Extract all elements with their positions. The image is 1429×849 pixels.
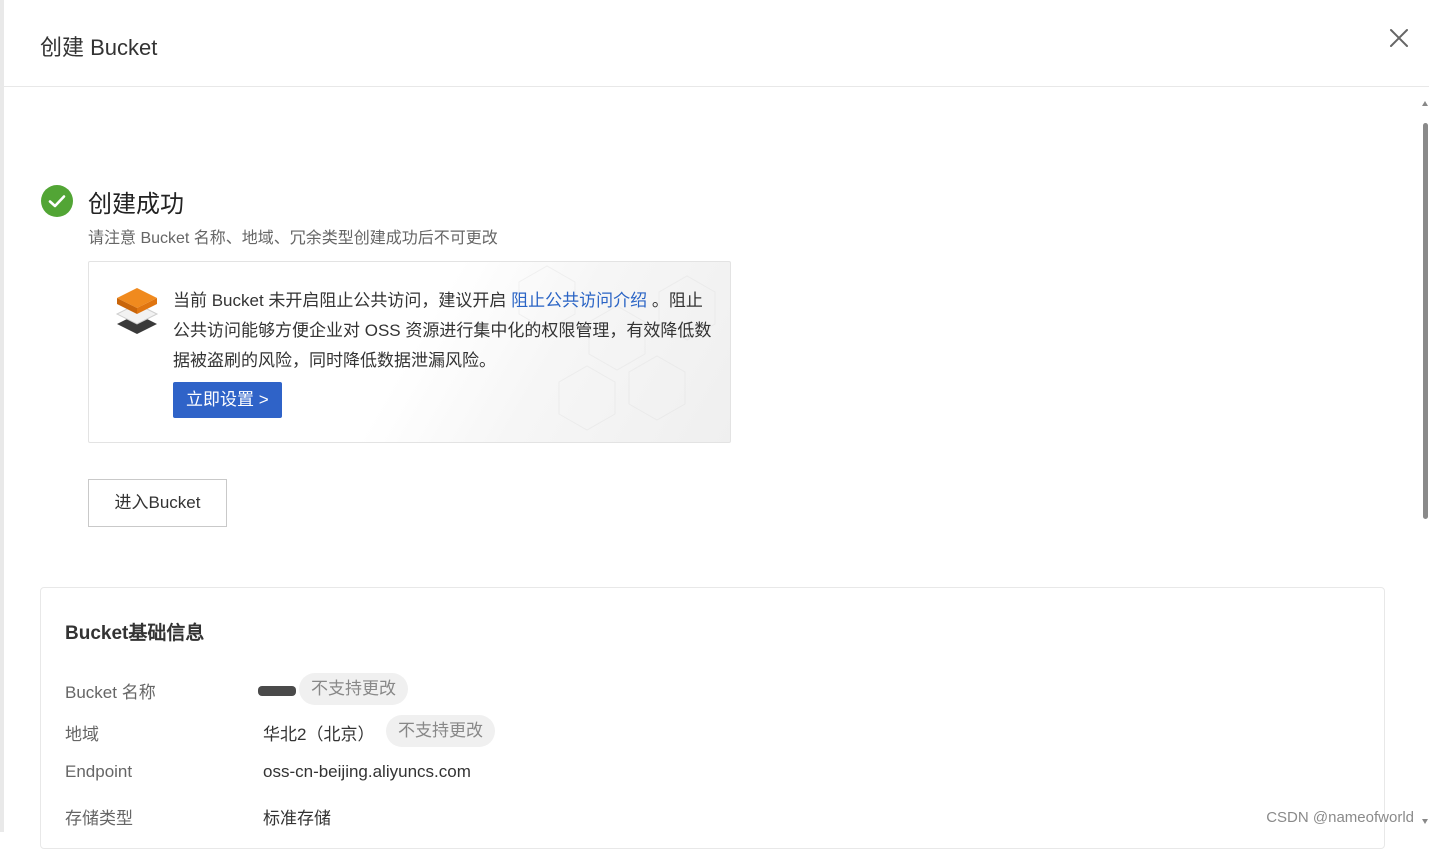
watermark: CSDN @nameofworld	[1266, 809, 1414, 826]
check-circle-icon	[41, 185, 73, 217]
row-tag: 不支持更改	[386, 715, 495, 747]
scrollbar[interactable]	[1421, 87, 1429, 832]
row-label: Bucket 名称	[65, 683, 156, 702]
scrollbar-thumb[interactable]	[1423, 123, 1428, 519]
dialog-title: 创建 Bucket	[40, 35, 158, 60]
success-title: 创建成功	[88, 191, 184, 218]
redacted-bucket-name	[258, 686, 296, 696]
success-subtitle: 请注意 Bucket 名称、地域、冗余类型创建成功后不可更改	[88, 230, 498, 247]
info-row-name: Bucket 名称 不支持更改	[65, 673, 965, 705]
scroll-up-arrow-icon[interactable]	[1422, 101, 1428, 106]
layers-icon	[113, 284, 161, 336]
info-row-storage-class: 存储类型 标准存储	[65, 800, 965, 830]
info-row-endpoint: Endpoint oss-cn-beijing.aliyuncs.com	[65, 758, 965, 788]
row-value: oss-cn-beijing.aliyuncs.com	[263, 762, 471, 781]
enter-bucket-button[interactable]: 进入Bucket	[88, 479, 227, 527]
row-label: Endpoint	[65, 762, 133, 781]
row-value: 标准存储	[263, 809, 331, 828]
row-value: 华北2（北京）	[263, 725, 375, 744]
info-row-region: 地域 华北2（北京） 不支持更改	[65, 715, 965, 747]
close-icon[interactable]	[1389, 28, 1409, 48]
set-now-button[interactable]: 立即设置 >	[173, 382, 282, 418]
card-title: Bucket基础信息	[65, 623, 205, 644]
bucket-info-card: Bucket基础信息 Bucket 名称 不支持更改 地域 华北2（北京） 不支…	[40, 587, 1385, 849]
notice-text-part1: 当前 Bucket 未开启阻止公共访问，建议开启	[173, 291, 512, 310]
scroll-down-arrow-icon[interactable]	[1422, 819, 1428, 824]
notice-text: 当前 Bucket 未开启阻止公共访问，建议开启 阻止公共访问介绍 。阻止公共访…	[173, 286, 713, 376]
background-page-edge	[0, 0, 4, 832]
public-access-intro-link[interactable]: 阻止公共访问介绍	[511, 291, 647, 310]
dialog-header: 创建 Bucket	[4, 0, 1429, 87]
row-tag: 不支持更改	[299, 673, 408, 705]
public-access-notice: 当前 Bucket 未开启阻止公共访问，建议开启 阻止公共访问介绍 。阻止公共访…	[88, 261, 731, 443]
row-label: 地域	[65, 725, 99, 744]
row-label: 存储类型	[65, 809, 133, 828]
